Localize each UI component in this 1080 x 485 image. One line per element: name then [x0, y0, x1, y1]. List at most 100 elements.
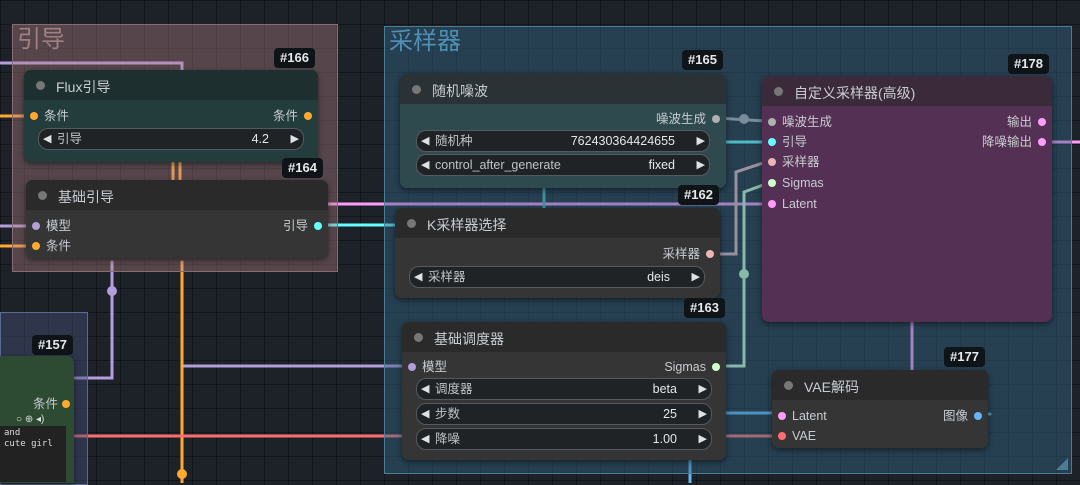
input-label: Latent [792, 409, 827, 423]
node-title-bar[interactable]: K采样器选择 [395, 208, 720, 238]
widget-label: control_after_generate [435, 158, 561, 172]
scheduler-widget[interactable]: ◀ 调度器 beta ▶ [416, 378, 712, 400]
noise-input-slot[interactable] [768, 118, 776, 126]
denoise-widget[interactable]: ◀ 降噪 1.00 ▶ [416, 428, 712, 450]
widget-value: deis [647, 270, 670, 284]
model-input-slot[interactable] [32, 222, 40, 230]
node-title: 基础调度器 [434, 331, 504, 347]
latent-input-slot[interactable] [768, 200, 776, 208]
decrement-arrow-icon[interactable]: ◀ [43, 130, 51, 148]
output-latent-slot[interactable] [1038, 118, 1046, 126]
group-resize-handle-icon[interactable] [1056, 458, 1068, 470]
control-after-generate-widget[interactable]: ◀ control_after_generate fixed ▶ [416, 154, 710, 176]
model-input-slot[interactable] [408, 363, 416, 371]
node-title: 基础引导 [58, 189, 114, 205]
node-title-bar[interactable]: Flux引导 [24, 70, 318, 100]
node-title: VAE解码 [804, 379, 859, 395]
widget-value: 1.00 [652, 432, 677, 446]
increment-arrow-icon[interactable]: ▶ [291, 130, 299, 148]
output-label: 噪波生成 [655, 112, 706, 126]
decrement-arrow-icon[interactable]: ◀ [421, 430, 429, 448]
ksampler-select-node[interactable]: K采样器选择 采样器 ◀ 采样器 deis ▶ [395, 208, 720, 298]
conditioning-output-slot[interactable] [62, 400, 70, 408]
sigmas-output-slot[interactable] [712, 363, 720, 371]
node-title-bar[interactable]: 基础调度器 [402, 322, 726, 352]
node-title-bar[interactable]: 基础引导 [26, 180, 328, 210]
increment-arrow-icon[interactable]: ▶ [697, 156, 705, 174]
node-title-bar[interactable]: 自定义采样器(高级) [762, 76, 1052, 106]
node-id-badge: #178 [1008, 54, 1049, 74]
input-label: 噪波生成 [782, 115, 833, 129]
increment-arrow-icon[interactable]: ▶ [697, 132, 705, 150]
node-title-bar[interactable]: VAE解码 [772, 370, 988, 400]
widget-value: fixed [648, 158, 675, 172]
decrement-arrow-icon[interactable]: ◀ [421, 405, 429, 423]
node-id-badge: #166 [274, 48, 315, 68]
image-output-slot[interactable] [974, 412, 982, 420]
conditioning-output-slot[interactable] [304, 112, 312, 120]
prompt-textarea[interactable]: and cute girl [0, 426, 66, 482]
widget-value: 762430364424655 [570, 134, 675, 148]
collapse-dot[interactable] [784, 381, 793, 390]
output-label: 引导 [282, 219, 308, 233]
output-label: 图像 [942, 409, 968, 423]
basic-guider-node[interactable]: 基础引导 模型 条件 引导 [26, 180, 328, 258]
node-id-badge: #162 [678, 185, 719, 205]
guider-output-slot[interactable] [314, 222, 322, 230]
custom-sampler-node[interactable]: 自定义采样器(高级) 噪波生成 引导 采样器 Sigmas Latent 输出 … [762, 76, 1052, 322]
noise-output-slot[interactable] [712, 115, 720, 123]
prompt-line: cute girl [4, 439, 53, 449]
collapse-dot[interactable] [414, 333, 423, 342]
conditioning-input-slot[interactable] [32, 242, 40, 250]
collapse-dot[interactable] [412, 85, 421, 94]
random-noise-node[interactable]: 随机噪波 噪波生成 ◀ 随机种 762430364424655 ▶ ◀ cont… [400, 74, 726, 188]
increment-arrow-icon[interactable]: ▶ [699, 380, 707, 398]
node-title: 随机噪波 [432, 83, 488, 99]
output-label: Sigmas [664, 360, 706, 374]
input-label: Sigmas [782, 176, 824, 190]
basic-scheduler-node[interactable]: 基础调度器 模型 Sigmas ◀ 调度器 beta ▶ ◀ 步数 25 ▶ ◀… [402, 322, 726, 460]
guidance-widget[interactable]: ◀ 引导 4.2 ▶ [38, 128, 304, 150]
decrement-arrow-icon[interactable]: ◀ [421, 380, 429, 398]
widget-label: 调度器 [435, 382, 473, 396]
collapse-dot[interactable] [774, 87, 783, 96]
widget-value: 4.2 [251, 132, 269, 146]
widget-value: 25 [663, 407, 677, 421]
input-label: 模型 [46, 219, 72, 233]
seed-widget[interactable]: ◀ 随机种 762430364424655 ▶ [416, 130, 710, 152]
latent-input-slot[interactable] [778, 412, 786, 420]
output-label: 采样器 [662, 247, 700, 261]
conditioning-input-slot[interactable] [30, 112, 38, 120]
sampler-name-widget[interactable]: ◀ 采样器 deis ▶ [409, 266, 705, 288]
guider-input-slot[interactable] [768, 138, 776, 146]
collapse-dot[interactable] [36, 81, 45, 90]
output-label: 条件 [272, 109, 298, 123]
flux-guide-node[interactable]: Flux引导 条件 条件 ◀ 引导 4.2 ▶ [24, 70, 318, 162]
increment-arrow-icon[interactable]: ▶ [699, 430, 707, 448]
input-label: 引导 [782, 135, 808, 149]
widget-label: 随机种 [435, 134, 473, 148]
increment-arrow-icon[interactable]: ▶ [692, 268, 700, 286]
sampler-output-slot[interactable] [706, 250, 714, 258]
decrement-arrow-icon[interactable]: ◀ [421, 132, 429, 150]
widget-label: 引导 [57, 132, 83, 146]
collapse-dot[interactable] [38, 191, 47, 200]
input-label: 条件 [44, 109, 70, 123]
steps-widget[interactable]: ◀ 步数 25 ▶ [416, 403, 712, 425]
increment-arrow-icon[interactable]: ▶ [699, 405, 707, 423]
node-id-badge: #165 [682, 50, 723, 70]
widget-label: 降噪 [435, 432, 461, 446]
vae-input-slot[interactable] [778, 432, 786, 440]
denoised-output-slot[interactable] [1038, 138, 1046, 146]
node-title-bar[interactable]: 随机噪波 [400, 74, 726, 104]
sampler-input-slot[interactable] [768, 158, 776, 166]
clip-text-node[interactable]: 条件 ○ ⊕ ◂) and cute girl [0, 356, 74, 483]
sigmas-input-slot[interactable] [768, 179, 776, 187]
node-id-badge: #157 [32, 335, 73, 355]
vae-decode-node[interactable]: VAE解码 Latent VAE 图像 [772, 370, 988, 448]
input-label: 采样器 [782, 155, 820, 169]
decrement-arrow-icon[interactable]: ◀ [421, 156, 429, 174]
decrement-arrow-icon[interactable]: ◀ [414, 268, 422, 286]
node-id-badge: #163 [684, 298, 725, 318]
collapse-dot[interactable] [407, 219, 416, 228]
